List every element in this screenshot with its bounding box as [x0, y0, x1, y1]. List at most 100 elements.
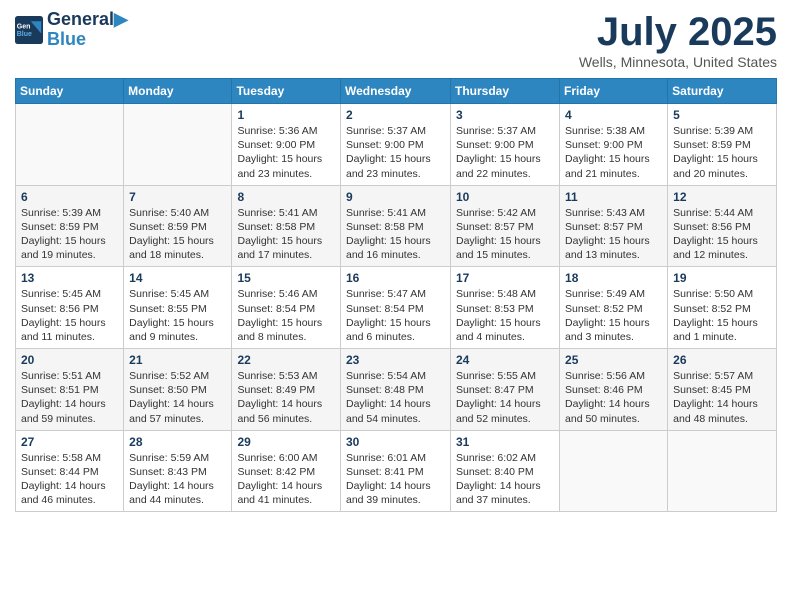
day-number: 30: [346, 435, 445, 449]
calendar-cell: 31 Sunrise: 6:02 AM Sunset: 8:40 PM Dayli…: [451, 430, 560, 512]
day-number: 19: [673, 271, 771, 285]
calendar-cell: 7 Sunrise: 5:40 AM Sunset: 8:59 PM Daylig…: [124, 185, 232, 267]
calendar-cell: 29 Sunrise: 6:00 AM Sunset: 8:42 PM Dayli…: [232, 430, 341, 512]
day-header-friday: Friday: [560, 79, 668, 104]
day-number: 10: [456, 190, 554, 204]
day-number: 21: [129, 353, 226, 367]
day-info: Sunrise: 5:58 AM Sunset: 8:44 PM Dayligh…: [21, 451, 118, 508]
day-info: Sunrise: 6:00 AM Sunset: 8:42 PM Dayligh…: [237, 451, 335, 508]
day-info: Sunrise: 5:50 AM Sunset: 8:52 PM Dayligh…: [673, 287, 771, 344]
calendar-cell: 3 Sunrise: 5:37 AM Sunset: 9:00 PM Daylig…: [451, 104, 560, 186]
day-number: 4: [565, 108, 662, 122]
day-info: Sunrise: 5:59 AM Sunset: 8:43 PM Dayligh…: [129, 451, 226, 508]
day-number: 29: [237, 435, 335, 449]
day-info: Sunrise: 5:53 AM Sunset: 8:49 PM Dayligh…: [237, 369, 335, 426]
day-number: 16: [346, 271, 445, 285]
day-number: 14: [129, 271, 226, 285]
day-number: 20: [21, 353, 118, 367]
day-info: Sunrise: 6:02 AM Sunset: 8:40 PM Dayligh…: [456, 451, 554, 508]
calendar-cell: 18Sunrise: 5:49 AM Sunset: 8:52 PM Dayli…: [560, 267, 668, 349]
calendar-cell: 22 Sunrise: 5:53 AM Sunset: 8:49 PM Dayli…: [232, 349, 341, 431]
day-number: 9: [346, 190, 445, 204]
svg-text:Gen: Gen: [17, 23, 31, 30]
calendar-cell: 5Sunrise: 5:39 AM Sunset: 8:59 PM Daylig…: [668, 104, 777, 186]
calendar-week-row: 13 Sunrise: 5:45 AM Sunset: 8:56 PM Dayli…: [16, 267, 777, 349]
calendar-cell: 16 Sunrise: 5:47 AM Sunset: 8:54 PM Dayli…: [341, 267, 451, 349]
day-info: Sunrise: 5:36 AM Sunset: 9:00 PM Dayligh…: [237, 124, 335, 181]
calendar-cell: 13 Sunrise: 5:45 AM Sunset: 8:56 PM Dayli…: [16, 267, 124, 349]
calendar-cell: 30 Sunrise: 6:01 AM Sunset: 8:41 PM Dayli…: [341, 430, 451, 512]
day-info: Sunrise: 5:37 AM Sunset: 9:00 PM Dayligh…: [346, 124, 445, 181]
calendar-cell: 27 Sunrise: 5:58 AM Sunset: 8:44 PM Dayli…: [16, 430, 124, 512]
calendar-cell: 4 Sunrise: 5:38 AM Sunset: 9:00 PM Daylig…: [560, 104, 668, 186]
day-number: 13: [21, 271, 118, 285]
day-number: 7: [129, 190, 226, 204]
day-number: 17: [456, 271, 554, 285]
day-header-thursday: Thursday: [451, 79, 560, 104]
day-info: Sunrise: 5:46 AM Sunset: 8:54 PM Dayligh…: [237, 287, 335, 344]
day-info: Sunrise: 5:38 AM Sunset: 9:00 PM Dayligh…: [565, 124, 662, 181]
day-info: Sunrise: 5:45 AM Sunset: 8:56 PM Dayligh…: [21, 287, 118, 344]
day-number: 12: [673, 190, 771, 204]
calendar-cell: 20 Sunrise: 5:51 AM Sunset: 8:51 PM Dayli…: [16, 349, 124, 431]
logo-text-line2: Blue: [47, 30, 128, 50]
day-number: 22: [237, 353, 335, 367]
day-info: Sunrise: 5:55 AM Sunset: 8:47 PM Dayligh…: [456, 369, 554, 426]
calendar-cell: 11 Sunrise: 5:43 AM Sunset: 8:57 PM Dayli…: [560, 185, 668, 267]
day-info: Sunrise: 5:43 AM Sunset: 8:57 PM Dayligh…: [565, 206, 662, 263]
day-number: 27: [21, 435, 118, 449]
calendar-cell: [668, 430, 777, 512]
calendar-week-row: 20 Sunrise: 5:51 AM Sunset: 8:51 PM Dayli…: [16, 349, 777, 431]
logo-text-line1: General▶: [47, 10, 128, 30]
day-info: Sunrise: 6:01 AM Sunset: 8:41 PM Dayligh…: [346, 451, 445, 508]
day-info: Sunrise: 5:41 AM Sunset: 8:58 PM Dayligh…: [237, 206, 335, 263]
day-info: Sunrise: 5:48 AM Sunset: 8:53 PM Dayligh…: [456, 287, 554, 344]
svg-text:Blue: Blue: [17, 31, 32, 38]
day-number: 3: [456, 108, 554, 122]
calendar-cell: 10 Sunrise: 5:42 AM Sunset: 8:57 PM Dayli…: [451, 185, 560, 267]
day-number: 5: [673, 108, 771, 122]
calendar-week-row: 6Sunrise: 5:39 AM Sunset: 8:59 PM Daylig…: [16, 185, 777, 267]
day-number: 15: [237, 271, 335, 285]
day-info: Sunrise: 5:44 AM Sunset: 8:56 PM Dayligh…: [673, 206, 771, 263]
day-info: Sunrise: 5:42 AM Sunset: 8:57 PM Dayligh…: [456, 206, 554, 263]
title-block: July 2025 Wells, Minnesota, United State…: [579, 10, 777, 70]
calendar-cell: 1 Sunrise: 5:36 AM Sunset: 9:00 PM Daylig…: [232, 104, 341, 186]
calendar-cell: 17 Sunrise: 5:48 AM Sunset: 8:53 PM Dayli…: [451, 267, 560, 349]
calendar-cell: 15 Sunrise: 5:46 AM Sunset: 8:54 PM Dayli…: [232, 267, 341, 349]
calendar-cell: 24 Sunrise: 5:55 AM Sunset: 8:47 PM Dayli…: [451, 349, 560, 431]
day-number: 26: [673, 353, 771, 367]
day-header-tuesday: Tuesday: [232, 79, 341, 104]
day-info: Sunrise: 5:45 AM Sunset: 8:55 PM Dayligh…: [129, 287, 226, 344]
calendar-cell: 9Sunrise: 5:41 AM Sunset: 8:58 PM Daylig…: [341, 185, 451, 267]
calendar-cell: 25Sunrise: 5:56 AM Sunset: 8:46 PM Dayli…: [560, 349, 668, 431]
logo: Gen Blue General▶ Blue: [15, 10, 128, 50]
page-header: Gen Blue General▶ Blue July 2025 Wells, …: [15, 10, 777, 70]
calendar-week-row: 1 Sunrise: 5:36 AM Sunset: 9:00 PM Daylig…: [16, 104, 777, 186]
day-info: Sunrise: 5:39 AM Sunset: 8:59 PM Dayligh…: [21, 206, 118, 263]
day-header-wednesday: Wednesday: [341, 79, 451, 104]
calendar-cell: 23Sunrise: 5:54 AM Sunset: 8:48 PM Dayli…: [341, 349, 451, 431]
day-number: 25: [565, 353, 662, 367]
calendar-cell: [560, 430, 668, 512]
day-info: Sunrise: 5:40 AM Sunset: 8:59 PM Dayligh…: [129, 206, 226, 263]
calendar-cell: [124, 104, 232, 186]
logo-icon: Gen Blue: [15, 16, 43, 44]
day-info: Sunrise: 5:47 AM Sunset: 8:54 PM Dayligh…: [346, 287, 445, 344]
day-info: Sunrise: 5:57 AM Sunset: 8:45 PM Dayligh…: [673, 369, 771, 426]
day-number: 31: [456, 435, 554, 449]
day-info: Sunrise: 5:37 AM Sunset: 9:00 PM Dayligh…: [456, 124, 554, 181]
day-number: 11: [565, 190, 662, 204]
calendar-cell: 21 Sunrise: 5:52 AM Sunset: 8:50 PM Dayli…: [124, 349, 232, 431]
day-header-monday: Monday: [124, 79, 232, 104]
day-number: 1: [237, 108, 335, 122]
day-number: 18: [565, 271, 662, 285]
day-info: Sunrise: 5:51 AM Sunset: 8:51 PM Dayligh…: [21, 369, 118, 426]
calendar-cell: 6Sunrise: 5:39 AM Sunset: 8:59 PM Daylig…: [16, 185, 124, 267]
calendar-cell: 14 Sunrise: 5:45 AM Sunset: 8:55 PM Dayli…: [124, 267, 232, 349]
day-number: 24: [456, 353, 554, 367]
day-number: 23: [346, 353, 445, 367]
day-info: Sunrise: 5:52 AM Sunset: 8:50 PM Dayligh…: [129, 369, 226, 426]
calendar-cell: 2Sunrise: 5:37 AM Sunset: 9:00 PM Daylig…: [341, 104, 451, 186]
calendar-table: SundayMondayTuesdayWednesdayThursdayFrid…: [15, 78, 777, 512]
